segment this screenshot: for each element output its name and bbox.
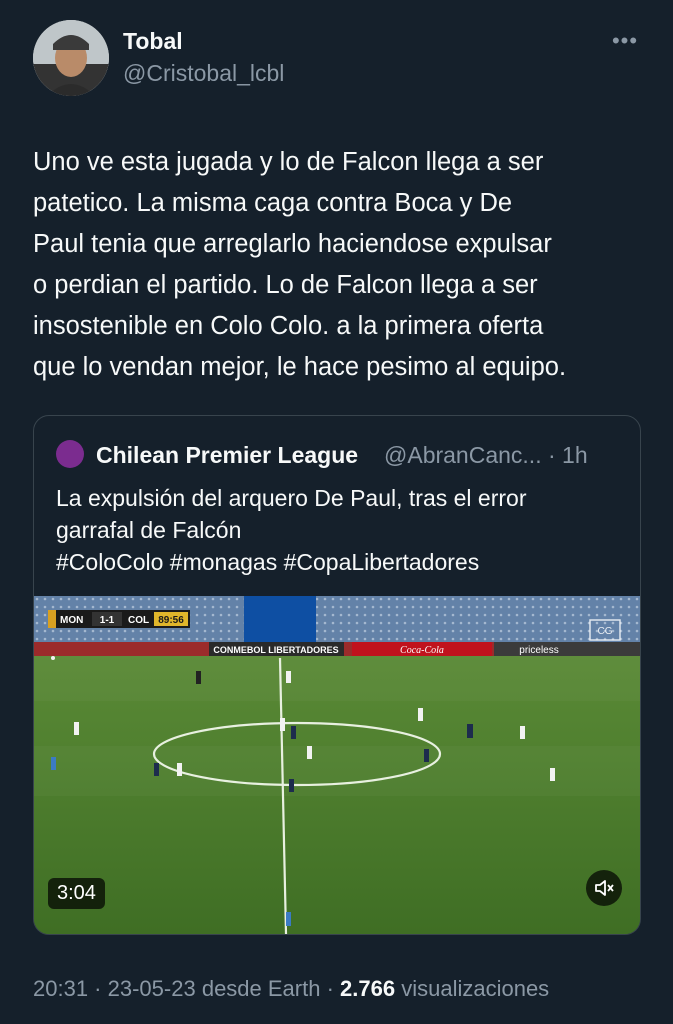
- ad-board-conmebol: CONMEBOL LIBERTADORES: [213, 645, 338, 655]
- tweet-date[interactable]: 23-05-23: [108, 976, 196, 1001]
- view-label: visualizaciones: [401, 976, 550, 1001]
- quote-author-logo: [56, 440, 84, 468]
- tweet-time[interactable]: 20:31: [33, 976, 88, 1001]
- video-frame: CONMEBOL LIBERTADORES Coca-Cola priceles…: [34, 596, 640, 934]
- view-count: 2.766: [340, 976, 396, 1001]
- ad-board-cocacola: Coca-Cola: [400, 645, 444, 656]
- video-duration: 3:04: [48, 878, 105, 909]
- scoreboard-score: 1-1: [100, 615, 115, 626]
- author-handle[interactable]: @Cristobal_lcbl: [123, 60, 284, 87]
- ad-board-priceless: priceless: [519, 645, 558, 656]
- more-horizontal-icon[interactable]: •••: [608, 28, 642, 58]
- scoreboard-home: MON: [60, 615, 83, 626]
- author-avatar[interactable]: [33, 20, 109, 96]
- tweet-line: Paul tenia que arreglarlo haciendose exp…: [33, 230, 552, 258]
- avatar-image: [33, 20, 109, 96]
- tweet-line: que lo vendan mejor, le hace pesimo al e…: [33, 353, 567, 381]
- quote-author-meta: @AbranCanc... · 1h: [384, 442, 588, 468]
- tweet-line: Uno ve esta jugada y lo de Falcon llega …: [33, 148, 544, 176]
- tweet-line: o perdian el partido. Lo de Falcon llega…: [33, 271, 538, 299]
- quote-text: La expulsión del arquero De Paul, tras e…: [56, 482, 626, 578]
- quoted-tweet[interactable]: Chilean Premier League @AbranCanc... · 1…: [33, 415, 641, 935]
- video-player[interactable]: CONMEBOL LIBERTADORES Coca-Cola priceles…: [34, 596, 640, 934]
- mute-toggle-button[interactable]: [586, 870, 622, 906]
- tweet-line: patetico. La misma caga contra Boca y De: [33, 189, 513, 217]
- quote-line-hashtags[interactable]: #ColoColo #monagas #CopaLibertadores: [56, 546, 626, 578]
- speaker-muted-icon: [595, 880, 614, 896]
- tweet-line: insostenible en Colo Colo. a la primera …: [33, 312, 544, 340]
- scoreboard-away: COL: [128, 615, 149, 626]
- svg-text:CG: CG: [598, 626, 613, 637]
- quote-author-name[interactable]: Chilean Premier League: [96, 442, 358, 469]
- quote-line: La expulsión del arquero De Paul, tras e…: [56, 485, 527, 511]
- scoreboard-clock: 89:56: [158, 615, 184, 626]
- tweet-metadata: 20:31 · 23-05-23 desde Earth · 2.766 vis…: [33, 976, 550, 1001]
- tweet-source: desde Earth: [201, 976, 321, 1001]
- quote-line: garrafal de Falcón: [56, 517, 242, 543]
- author-name[interactable]: Tobal: [123, 28, 183, 55]
- tweet-text: Uno ve esta jugada y lo de Falcon llega …: [33, 142, 643, 388]
- scoreboard: MON 1-1 COL 89:56: [48, 610, 190, 628]
